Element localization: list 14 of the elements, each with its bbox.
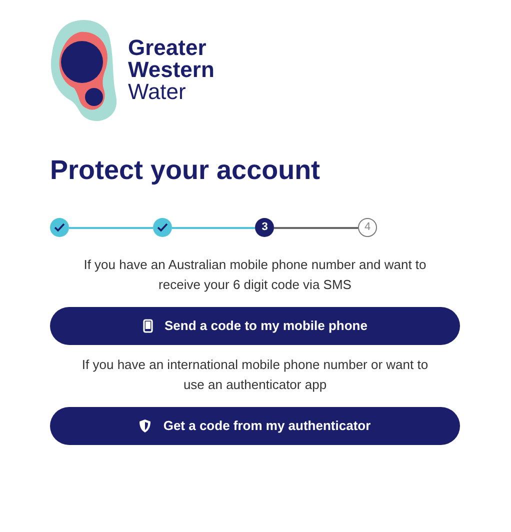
mobile-phone-icon xyxy=(142,319,152,333)
logo-text: Western xyxy=(128,59,214,81)
step-number: 3 xyxy=(255,218,274,237)
step-number: 4 xyxy=(358,218,378,237)
logo-text: Water xyxy=(128,81,187,103)
option-button[interactable]: Get a code from my authenticator xyxy=(50,407,460,445)
option-description: If you have an Australian mobile phone number and want to receive your 6 digit code via SMS xyxy=(82,256,428,294)
option-button[interactable]: Send a code to my mobile phone xyxy=(50,307,460,345)
logo-text: Greater xyxy=(128,37,208,59)
checkmark-icon xyxy=(156,223,168,232)
option-description: If you have an international mobile phone number or want to use an authenticator app xyxy=(80,356,430,394)
page-heading: Protect your account xyxy=(50,154,322,187)
checkmark-icon xyxy=(54,223,65,232)
shield-icon xyxy=(139,419,152,433)
